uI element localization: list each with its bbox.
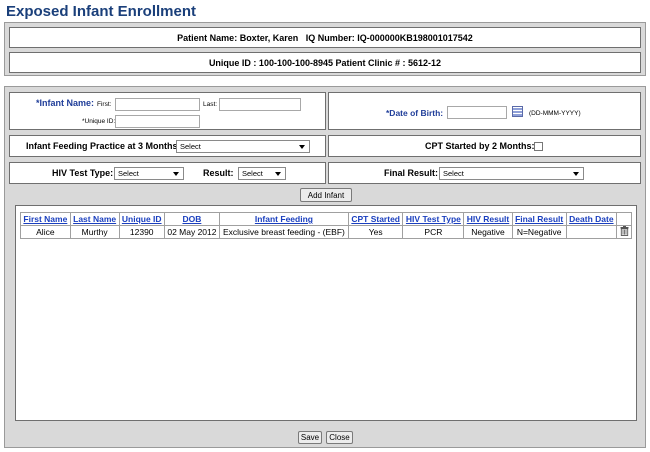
table-row[interactable]: Alice Murthy 12390 02 May 2012 Exclusive… <box>20 225 632 239</box>
chevron-down-icon <box>299 145 305 149</box>
column-header-actions <box>616 212 632 226</box>
cpt-label: CPT Started by 2 Months: <box>425 141 535 151</box>
delete-cell <box>616 225 632 239</box>
calendar-icon[interactable] <box>512 106 523 117</box>
table-header-row: First Name Last Name Unique ID DOB Infan… <box>20 212 632 226</box>
column-header-hiv-test-type[interactable]: HIV Test Type <box>402 212 465 226</box>
feeding-practice-box: Infant Feeding Practice at 3 Months: Sel… <box>9 135 326 157</box>
final-result-value: Select <box>443 169 464 178</box>
result-select[interactable]: Select <box>238 167 286 180</box>
column-header-last-name[interactable]: Last Name <box>69 212 120 226</box>
infant-name-label: *Infant Name: <box>36 98 95 108</box>
last-name-input[interactable] <box>219 98 301 111</box>
cpt-box: CPT Started by 2 Months: <box>328 135 641 157</box>
first-name-label: First: <box>97 101 112 108</box>
patient-header-panel: Patient Name: Boxter, Karen IQ Number: I… <box>4 22 646 76</box>
cell-hiv-result: Negative <box>463 225 513 239</box>
cell-final-result: N=Negative <box>511 225 567 239</box>
cell-hiv-test-type: PCR <box>402 225 465 239</box>
hiv-test-type-label: HIV Test Type: <box>52 168 114 178</box>
cell-first-name: Alice <box>20 225 71 239</box>
hiv-test-type-select[interactable]: Select <box>114 167 184 180</box>
infant-grid-container: First Name Last Name Unique ID DOB Infan… <box>15 205 637 421</box>
final-result-box: Final Result: Select <box>328 162 641 184</box>
column-header-infant-feeding[interactable]: Infant Feeding <box>218 212 349 226</box>
cell-last-name: Murthy <box>69 225 120 239</box>
cell-infant-feeding: Exclusive breast feeding - (EBF) <box>218 225 349 239</box>
column-header-first-name[interactable]: First Name <box>20 212 71 226</box>
trash-icon[interactable] <box>620 226 629 236</box>
column-header-cpt-started[interactable]: CPT Started <box>347 212 404 226</box>
unique-id-label: *Unique ID: <box>82 118 116 125</box>
final-result-label: Final Result: <box>384 168 439 178</box>
column-header-final-result[interactable]: Final Result <box>511 212 567 226</box>
last-name-label: Last: <box>203 101 218 108</box>
feeding-practice-select[interactable]: Select <box>176 140 310 153</box>
dob-format-hint: (DD-MMM-YYYY) <box>529 110 581 117</box>
close-button[interactable]: Close <box>326 431 353 444</box>
column-header-death-date[interactable]: Death Date <box>565 212 618 226</box>
patient-id-text: Unique ID : 100-100-100-8945 Patient Cli… <box>208 57 442 68</box>
cell-dob: 02 May 2012 <box>163 225 220 239</box>
unique-id-input[interactable] <box>115 115 200 128</box>
infant-name-box: *Infant Name: First: Last: *Unique ID: <box>9 92 326 130</box>
hiv-test-type-value: Select <box>118 169 139 178</box>
page-title: Exposed Infant Enrollment <box>6 3 197 20</box>
cell-unique-id: 12390 <box>118 225 165 239</box>
patient-id-bar: Unique ID : 100-100-100-8945 Patient Cli… <box>9 52 641 73</box>
cell-cpt-started: Yes <box>347 225 404 239</box>
dob-label: *Date of Birth: <box>386 108 444 118</box>
chevron-down-icon <box>173 172 179 176</box>
dob-box: *Date of Birth: (DD-MMM-YYYY) <box>328 92 641 130</box>
feeding-practice-label: Infant Feeding Practice at 3 Months: <box>26 141 181 151</box>
column-header-unique-id[interactable]: Unique ID <box>118 212 165 226</box>
enrollment-panel: *Infant Name: First: Last: *Unique ID: *… <box>4 86 646 448</box>
feeding-practice-value: Select <box>180 142 201 151</box>
hiv-test-box: HIV Test Type: Select Result: Select <box>9 162 326 184</box>
first-name-input[interactable] <box>115 98 200 111</box>
chevron-down-icon <box>573 172 579 176</box>
infant-table: First Name Last Name Unique ID DOB Infan… <box>20 212 632 239</box>
cpt-checkbox[interactable] <box>534 142 543 151</box>
final-result-select[interactable]: Select <box>439 167 584 180</box>
column-header-hiv-result[interactable]: HIV Result <box>463 212 513 226</box>
chevron-down-icon <box>275 172 281 176</box>
dob-input[interactable] <box>447 106 507 119</box>
column-header-dob[interactable]: DOB <box>163 212 220 226</box>
patient-info-bar: Patient Name: Boxter, Karen IQ Number: I… <box>9 27 641 48</box>
cell-death-date <box>565 225 618 239</box>
add-infant-button[interactable]: Add Infant <box>300 188 352 202</box>
patient-info-text: Patient Name: Boxter, Karen IQ Number: I… <box>177 32 473 43</box>
save-button[interactable]: Save <box>298 431 322 444</box>
result-value: Select <box>242 169 263 178</box>
result-label: Result: <box>203 168 234 178</box>
